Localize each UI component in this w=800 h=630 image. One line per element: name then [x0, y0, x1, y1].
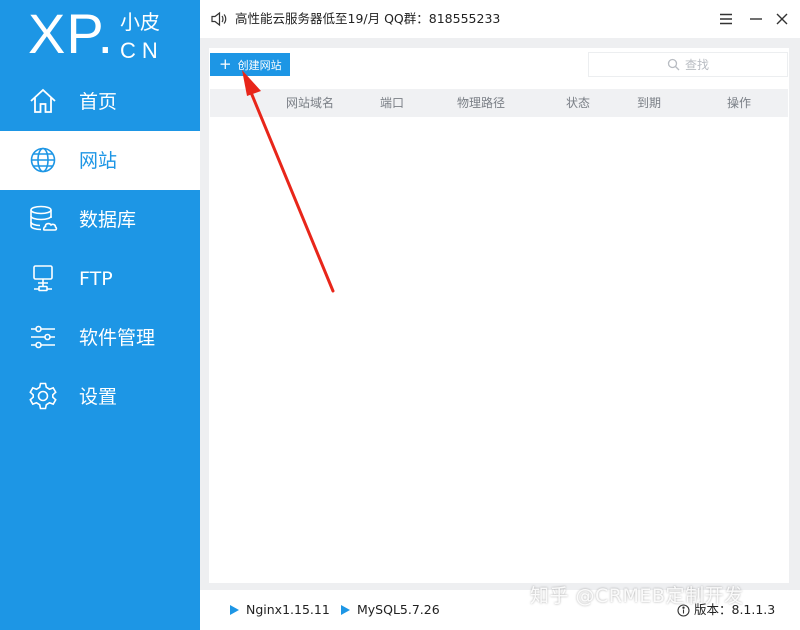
sidebar-item-website[interactable]: 网站: [0, 131, 200, 190]
minimize-icon[interactable]: [746, 9, 766, 29]
sidebar-item-label: 设置: [79, 385, 118, 408]
sidebar-item-label: 首页: [79, 90, 118, 113]
sidebar-item-software[interactable]: 软件管理: [0, 308, 200, 367]
table-header: 网站域名 端口 物理路径 状态 到期 操作: [210, 89, 788, 117]
plus-icon: +: [219, 55, 232, 73]
logo-bottom-text: CN: [120, 38, 164, 63]
watermark-text: 知乎 @CRMEB定制开发: [530, 585, 744, 607]
mysql-version: MySQL5.7.26: [357, 602, 440, 617]
play-icon: [341, 605, 350, 615]
mysql-status[interactable]: MySQL5.7.26: [341, 603, 440, 617]
sidebar-item-database[interactable]: 数据库: [0, 190, 200, 249]
column-header-actions: 操作: [727, 96, 752, 110]
column-header-expiry: 到期: [637, 96, 662, 110]
column-header-domain: 网站域名: [286, 96, 335, 110]
sidebar-item-label: 网站: [79, 149, 118, 172]
globe-icon: [30, 147, 56, 173]
sidebar-item-settings[interactable]: 设置: [0, 367, 200, 426]
play-icon: [230, 605, 239, 615]
ftp-icon: [33, 265, 53, 292]
title-bar: 高性能云服务器低至19/月 QQ群：818555233: [200, 0, 800, 38]
search-placeholder: 查找: [684, 58, 709, 72]
sidebar-item-label: 软件管理: [79, 326, 156, 349]
sidebar: XP. 小皮 CN 首页 网站 数据库 FTP 软件管理 设置: [0, 0, 200, 630]
main-area: + 创建网站 查找 网站域名 端口 物理路径 状态 到期 操作: [200, 38, 800, 590]
nginx-version: Nginx1.15.11: [246, 602, 330, 617]
sidebar-item-home[interactable]: 首页: [0, 72, 200, 131]
notice-text: 高性能云服务器低至19/月 QQ群：818555233: [235, 11, 501, 26]
create-website-button[interactable]: + 创建网站: [210, 53, 290, 76]
website-panel: + 创建网站 查找 网站域名 端口 物理路径 状态 到期 操作: [209, 48, 789, 583]
column-header-status: 状态: [566, 96, 591, 110]
logo-mark: XP.: [28, 2, 115, 65]
sidebar-item-label: 数据库: [79, 208, 137, 231]
close-icon[interactable]: [772, 9, 792, 29]
logo-top-text: 小皮: [120, 10, 160, 34]
database-icon: [30, 205, 58, 231]
speaker-icon: [211, 11, 227, 27]
sidebar-item-label: FTP: [79, 267, 113, 290]
nginx-status[interactable]: Nginx1.15.11: [230, 603, 330, 617]
search-icon: [667, 58, 680, 71]
gear-icon: [29, 382, 57, 410]
create-website-label: 创建网站: [237, 58, 282, 72]
column-header-port: 端口: [380, 96, 405, 110]
app-logo: XP. 小皮 CN: [0, 0, 200, 72]
sidebar-item-ftp[interactable]: FTP: [0, 249, 200, 308]
column-header-path: 物理路径: [457, 96, 506, 110]
home-icon: [30, 88, 56, 113]
menu-icon[interactable]: [716, 9, 736, 29]
sliders-icon: [31, 325, 55, 349]
search-input[interactable]: 查找: [588, 52, 788, 77]
sidebar-nav: 首页 网站 数据库 FTP 软件管理 设置: [0, 72, 200, 426]
